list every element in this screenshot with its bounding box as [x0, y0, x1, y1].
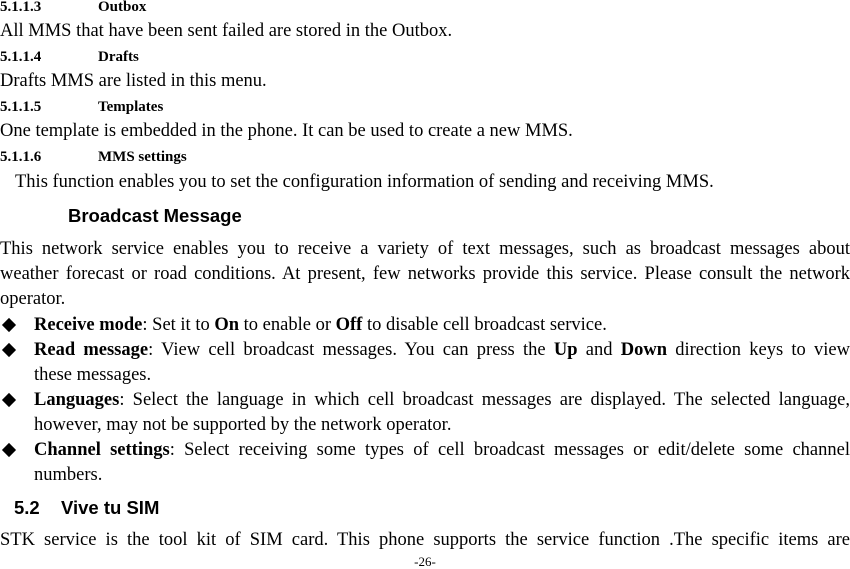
list-item-languages: Languages: Select the language in which … [34, 389, 850, 411]
keyword-off: Off [335, 315, 363, 335]
list-item-text: to disable cell broadcast service. [362, 315, 607, 335]
keyword-down: Down [620, 340, 667, 360]
diamond-bullet-icon [2, 393, 16, 407]
keyword-up: Up [553, 340, 578, 360]
paragraph-outbox: All MMS that have been sent failed are s… [0, 21, 453, 41]
heading-title: Drafts [98, 49, 139, 65]
heading-number: 5.1.1.3 [0, 0, 42, 15]
heading-vive-tu-sim: 5.2 Vive tu SIM [14, 497, 159, 519]
diamond-bullet-icon [2, 343, 16, 357]
list-item-term: Read message [34, 340, 149, 360]
heading-title: Templates [98, 99, 164, 115]
heading-drafts: 5.1.1.4 Drafts [0, 48, 139, 66]
heading-outbox: 5.1.1.3 Outbox [0, 0, 146, 16]
keyword-on: On [214, 315, 240, 335]
paragraph-vive-tu-sim: STK service is the tool kit of SIM card.… [0, 530, 850, 550]
paragraph-drafts: Drafts MMS are listed in this menu. [0, 71, 267, 91]
heading-number: 5.1.1.5 [0, 99, 42, 115]
list-item-text: to enable or [239, 315, 336, 335]
page-number: -26- [414, 554, 436, 569]
list-item-continuation: numbers. [34, 465, 103, 485]
diamond-bullet-icon [2, 318, 16, 332]
broadcast-intro-line: This network service enables you to rece… [0, 239, 850, 259]
list-item-continuation: however, may not be supported by the net… [34, 415, 452, 435]
list-item-text: : Select the language in which cell broa… [119, 390, 850, 410]
list-item-text: : Set it to [142, 315, 215, 335]
list-item-continuation: these messages. [34, 365, 152, 385]
heading-number: 5.1.1.4 [0, 49, 42, 65]
list-item-term: Receive mode [34, 315, 143, 335]
paragraph-mms-settings: This function enables you to set the con… [15, 172, 714, 192]
list-item-term: Channel settings [34, 440, 170, 460]
heading-templates: 5.1.1.5 Templates [0, 98, 163, 116]
list-item-read-message: Read message: View cell broadcast messag… [34, 339, 850, 361]
list-item-receive-mode: Receive mode: Set it to On to enable or … [34, 314, 607, 336]
broadcast-intro-line: operator. [0, 289, 66, 309]
heading-title: Vive tu SIM [61, 497, 160, 518]
heading-number: 5.1.1.6 [0, 149, 42, 165]
heading-number: 5.2 [14, 497, 40, 518]
paragraph-templates: One template is embedded in the phone. I… [0, 121, 573, 141]
list-item-channel-settings: Channel settings: Select receiving some … [34, 439, 850, 461]
broadcast-intro-line: weather forecast or road conditions. At … [0, 264, 850, 284]
heading-mms-settings: 5.1.1.6 MMS settings [0, 148, 187, 166]
list-item-text: : Select receiving some types of cell br… [169, 440, 850, 460]
heading-title: MMS settings [98, 149, 187, 165]
diamond-bullet-icon [2, 443, 16, 457]
list-item-text: : View cell broadcast messages. You can … [148, 340, 554, 360]
list-item-text: and [577, 340, 621, 360]
list-item-term: Languages [34, 390, 120, 410]
heading-title: Outbox [98, 0, 147, 15]
list-item-text: direction keys to view [666, 340, 850, 360]
heading-broadcast-message: Broadcast Message [68, 205, 242, 226]
